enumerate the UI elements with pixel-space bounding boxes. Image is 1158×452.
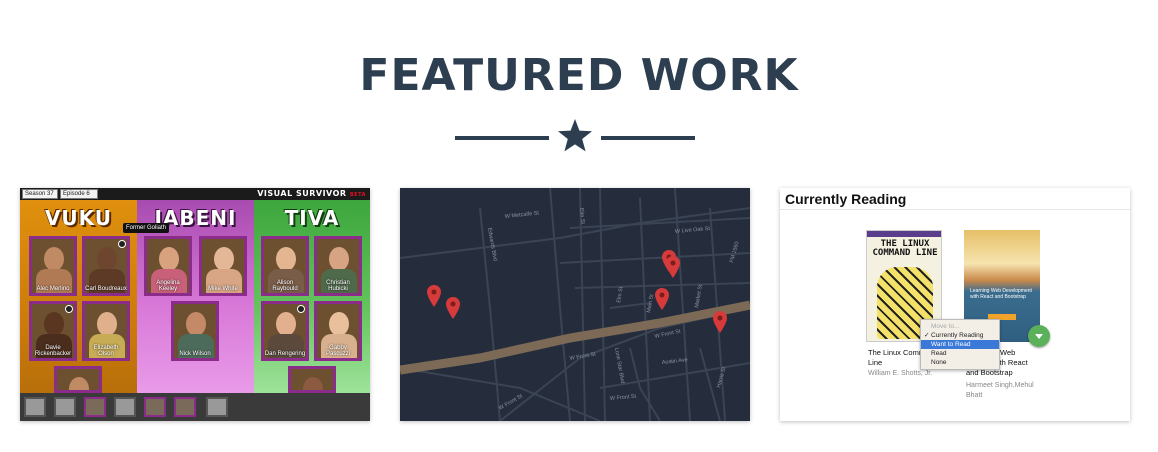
- player-card[interactable]: Elizabeth Olson: [82, 301, 130, 361]
- player-card[interactable]: [54, 366, 102, 393]
- map-marker-icon[interactable]: [713, 311, 727, 333]
- player-card[interactable]: Nick Wilson: [171, 301, 219, 361]
- menu-option-read[interactable]: Read: [921, 349, 999, 358]
- street-label: Edwards Blvd: [486, 227, 498, 261]
- player-name: Dan Rengering: [264, 351, 306, 357]
- shield-icon: [297, 305, 305, 313]
- eliminated-thumb[interactable]: [54, 397, 76, 417]
- eliminated-thumb[interactable]: [114, 397, 136, 417]
- survivor-logo: VISUAL SURVIVOR BETA: [257, 189, 366, 198]
- book-title: The Linux Comm: [868, 348, 926, 357]
- tribe-tiva: TIVA Alison Raybould Christian Hubicki D…: [254, 200, 370, 393]
- street-label: Austin Ave: [662, 357, 688, 366]
- street-label: Elm St: [616, 286, 625, 303]
- player-card[interactable]: Christian Hubicki: [314, 236, 362, 296]
- street-label: W Front St: [498, 393, 524, 412]
- menu-option-none[interactable]: None: [921, 358, 999, 367]
- player-name: Davie Rickenbacker: [34, 345, 72, 357]
- player-card[interactable]: Angelina Keeley: [144, 236, 192, 296]
- tribe-name: TIVA: [284, 206, 340, 230]
- player-card[interactable]: Davie Rickenbacker: [29, 301, 77, 361]
- eliminated-thumb[interactable]: [24, 397, 46, 417]
- player-name: Mike White: [208, 286, 238, 292]
- survivor-logo-text: VISUAL SURVIVOR: [257, 189, 347, 198]
- street-label: W Metcalfe St: [505, 210, 540, 220]
- book-cover-title: THE LINUX COMMAND LINE: [872, 239, 938, 258]
- shelf-changer-menu: Move to... Currently Reading Want to Rea…: [920, 319, 1000, 370]
- player-card[interactable]: Alec Merlino: [29, 236, 77, 296]
- title-divider: [455, 118, 695, 158]
- shelf-changer-button[interactable]: [1028, 325, 1050, 347]
- eliminated-players-bar: [20, 393, 370, 421]
- book-author: William E. Shotts, Jr.: [868, 370, 933, 377]
- street-label: Lone Star Blvd: [613, 347, 625, 384]
- project-card-visual-survivor[interactable]: Season 37 Episode 6 VISUAL SURVIVOR BETA…: [20, 188, 370, 421]
- divider-line-left: [455, 136, 549, 140]
- tribe-vuku: VUKU Alec Merlino Carl Boudreaux Davie R…: [20, 200, 137, 393]
- player-tooltip: Former Goliath: [123, 223, 170, 233]
- book-cover-title: Learning Web Development with React and …: [970, 288, 1032, 300]
- street-label: W Front St: [654, 329, 681, 340]
- eliminated-thumb[interactable]: [174, 397, 196, 417]
- book-author: Bhatt: [966, 392, 983, 399]
- project-card-map[interactable]: W Metcalfe St W Live Oak St W Front St W…: [400, 188, 750, 421]
- player-card[interactable]: Alison Raybould: [261, 236, 309, 296]
- episode-select[interactable]: Episode 6: [60, 189, 98, 199]
- map-marker-icon[interactable]: [666, 256, 680, 278]
- status-icon: [118, 240, 126, 248]
- project-card-reading[interactable]: Currently Reading THE LINUX COMMAND LINE…: [780, 188, 1130, 421]
- section-title: FEATURED WORK: [359, 50, 799, 101]
- shield-icon: [65, 305, 73, 313]
- player-name: Elizabeth Olson: [93, 345, 119, 357]
- map-marker-icon[interactable]: [655, 288, 669, 310]
- map-marker-icon[interactable]: [446, 297, 460, 319]
- street-label: Market St: [694, 284, 704, 309]
- player-card[interactable]: [288, 366, 336, 393]
- player-name: Nick Wilson: [179, 351, 211, 357]
- tribe-name: VUKU: [44, 206, 113, 230]
- book-title: Web: [1000, 348, 1016, 357]
- eliminated-thumb[interactable]: [84, 397, 106, 417]
- shelf-header: Currently Reading: [780, 188, 1130, 210]
- menu-header: Move to...: [931, 323, 960, 330]
- street-label: Elm St: [578, 208, 585, 225]
- star-icon: [558, 119, 592, 152]
- street-label: W Live Oak St: [675, 226, 711, 235]
- street-label: W Front St: [610, 394, 637, 402]
- player-name: Alec Merlino: [36, 286, 70, 292]
- player-name: Angelina Keeley: [156, 280, 180, 292]
- book-title: Line: [868, 358, 883, 367]
- street-label: FM 1560: [729, 241, 740, 264]
- season-select[interactable]: Season 37: [22, 189, 58, 199]
- player-name: Gabby Pascuzzi: [325, 345, 350, 357]
- player-card[interactable]: Dan Rengering: [261, 301, 309, 361]
- menu-option-want-to-read[interactable]: Want to Read: [921, 340, 999, 349]
- player-name: Alison Raybould: [272, 280, 298, 292]
- player-name: Carl Boudreaux: [85, 286, 127, 292]
- player-card[interactable]: Mike White: [199, 236, 247, 296]
- survivor-logo-tag: BETA: [349, 192, 366, 198]
- player-name: Christian Hubicki: [326, 280, 350, 292]
- menu-option-currently-reading[interactable]: Currently Reading: [921, 331, 999, 340]
- street-label: Main St: [646, 293, 655, 313]
- player-card[interactable]: Gabby Pascuzzi: [314, 301, 362, 361]
- book-author: Harmeet Singh,Mehul: [966, 382, 1034, 389]
- player-card[interactable]: Carl Boudreaux: [82, 236, 130, 296]
- eliminated-thumb[interactable]: [206, 397, 228, 417]
- divider-line-right: [601, 136, 695, 140]
- survivor-topbar: Season 37 Episode 6 VISUAL SURVIVOR BETA: [20, 188, 370, 200]
- eliminated-thumb[interactable]: [144, 397, 166, 417]
- shelf-title: Currently Reading: [785, 191, 907, 207]
- map-marker-icon[interactable]: [427, 285, 441, 307]
